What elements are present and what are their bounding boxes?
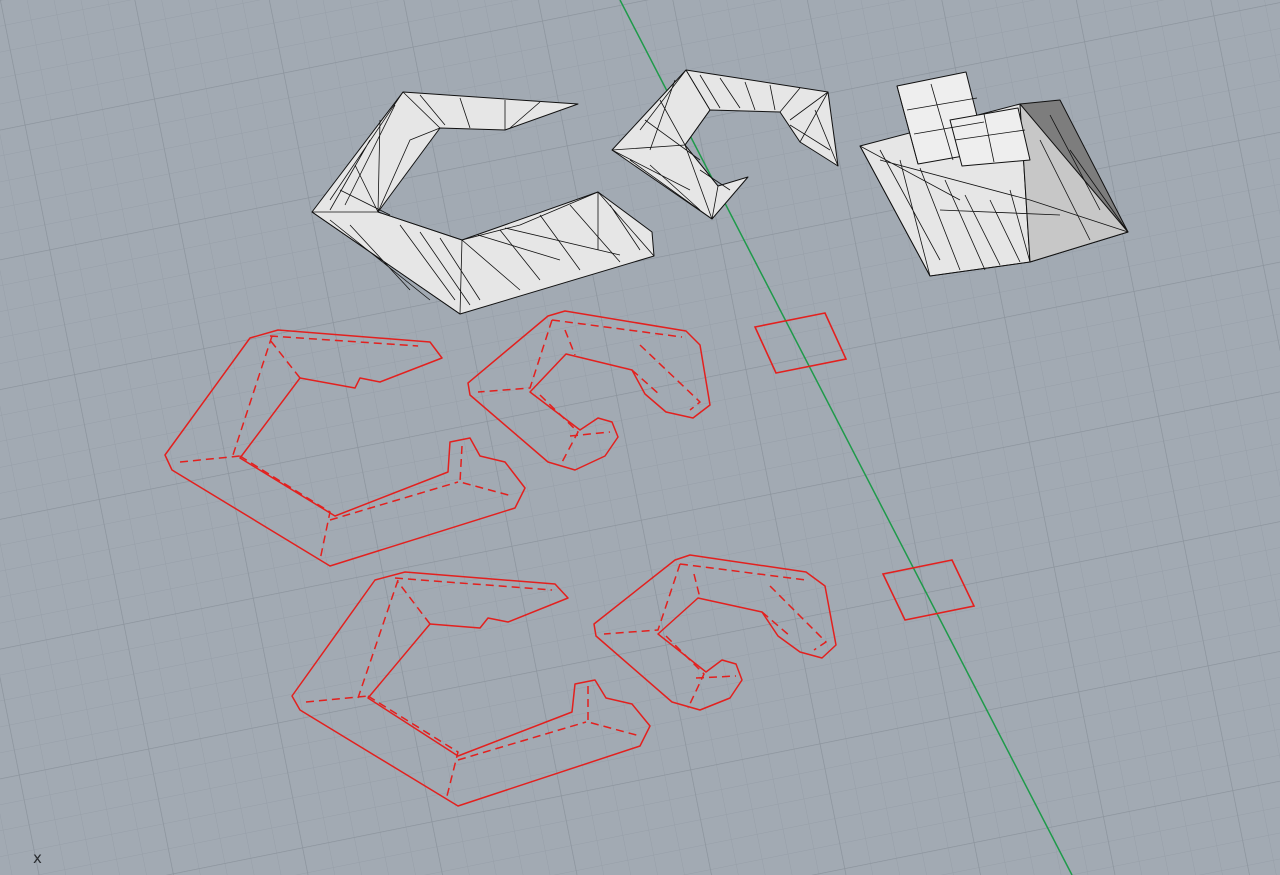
rhino-perspective-viewport[interactable]: x [0,0,1280,875]
axis-label-x: x [33,849,42,867]
viewport-canvas[interactable] [0,0,1280,875]
